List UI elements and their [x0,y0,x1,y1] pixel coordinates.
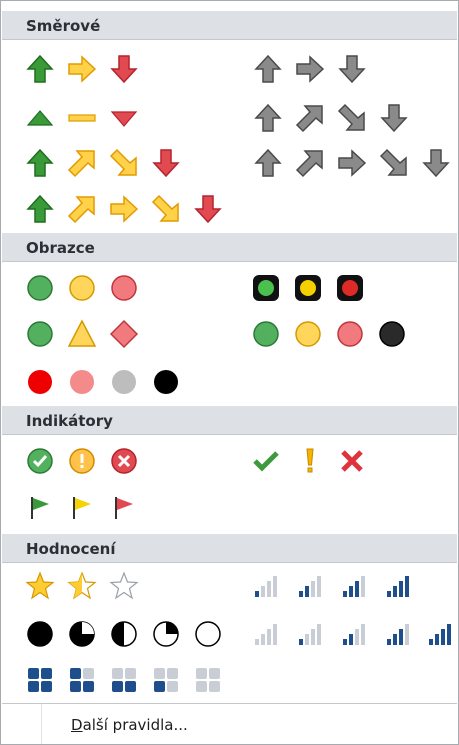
x-circle-icon [107,444,141,478]
arrow-down-red-icon [149,146,183,180]
dash-yellow-icon [65,101,99,135]
quarter-three-icon [65,617,99,651]
circle-yellow-icon [65,271,99,305]
section-header-ratings: Hodnocení [2,534,457,563]
light-green-icon [249,271,283,305]
arrow-up-green-icon [23,52,57,86]
circle-black-icon [149,365,183,399]
circle-green-icon [23,317,57,351]
circle-yellow-icon [291,317,325,351]
exclamation-circle-icon [65,444,99,478]
triangle-yellow-icon [65,317,99,351]
signal-4-icon [381,569,415,603]
signal-1-icon [293,617,327,651]
triangle-up-green-icon [23,101,57,135]
arrow-upright-gray-icon [293,101,327,135]
more-rules-menu-item[interactable]: Další pravidla... [71,716,188,734]
section-title: Indikátory [26,412,113,430]
arrow-up-gray-icon [251,101,285,135]
arrow-down-gray-icon [335,52,369,86]
arrow-downright-yellow-icon [107,146,141,180]
section-title: Směrové [26,17,101,35]
arrow-right-gray-icon [335,146,369,180]
box-3-icon [65,663,99,697]
check-circle-icon [23,444,57,478]
box-2-icon [107,663,141,697]
section-title: Obrazce [26,239,95,257]
star-empty-icon [107,569,141,603]
arrow-right-yellow-icon [107,192,141,226]
menu-separator [2,703,457,704]
circle-gray-icon [107,365,141,399]
arrow-down-red-icon [191,192,225,226]
section-header-shapes: Obrazce [2,233,457,262]
circle-red-icon [107,271,141,305]
quarter-empty-icon [191,617,225,651]
section-title: Hodnocení [26,540,116,558]
box-4-icon [23,663,57,697]
arrow-up-green-icon [23,192,57,226]
circle-red-icon [333,317,367,351]
arrow-down-red-icon [107,52,141,86]
triangle-down-red-icon [107,101,141,135]
arrow-down-gray-icon [419,146,453,180]
arrow-up-gray-icon [251,52,285,86]
flag-green-icon [23,491,57,525]
arrow-right-yellow-icon [65,52,99,86]
more-rules-label: alší pravidla... [82,716,188,734]
signal-2-icon [293,569,327,603]
signal-0-icon [249,617,283,651]
circle-red-icon [23,365,57,399]
arrow-up-green-icon [23,146,57,180]
exclamation-icon [293,444,327,478]
x-icon [335,444,369,478]
quarter-half-icon [107,617,141,651]
light-yellow-icon [291,271,325,305]
menu-icon-gutter [41,704,42,744]
star-half-icon [65,569,99,603]
arrow-up-gray-icon [251,146,285,180]
arrow-down-gray-icon [377,101,411,135]
circle-green-icon [23,271,57,305]
flag-red-icon [107,491,141,525]
check-icon [249,444,283,478]
arrow-downright-gray-icon [377,146,411,180]
icon-sets-menu: Směrové Obrazce Indikátory Hodnocení Dal… [0,0,459,745]
arrow-right-gray-icon [293,52,327,86]
signal-3-icon [381,617,415,651]
arrow-upright-yellow-icon [65,192,99,226]
arrow-downright-gray-icon [335,101,369,135]
arrow-downright-yellow-icon [149,192,183,226]
flag-yellow-icon [65,491,99,525]
more-rules-accesskey: D [71,716,83,734]
section-header-indicators: Indikátory [2,406,457,435]
diamond-red-icon [107,317,141,351]
light-red-icon [333,271,367,305]
star-full-icon [23,569,57,603]
signal-1-icon [249,569,283,603]
signal-4-icon [423,617,457,651]
section-header-directional: Směrové [2,11,457,40]
signal-3-icon [337,569,371,603]
quarter-full-icon [23,617,57,651]
arrow-upright-gray-icon [293,146,327,180]
signal-2-icon [337,617,371,651]
quarter-one-icon [149,617,183,651]
circle-black-icon [375,317,409,351]
box-0-icon [191,663,225,697]
box-1-icon [149,663,183,697]
circle-pink-icon [65,365,99,399]
circle-green-icon [249,317,283,351]
arrow-upright-yellow-icon [65,146,99,180]
